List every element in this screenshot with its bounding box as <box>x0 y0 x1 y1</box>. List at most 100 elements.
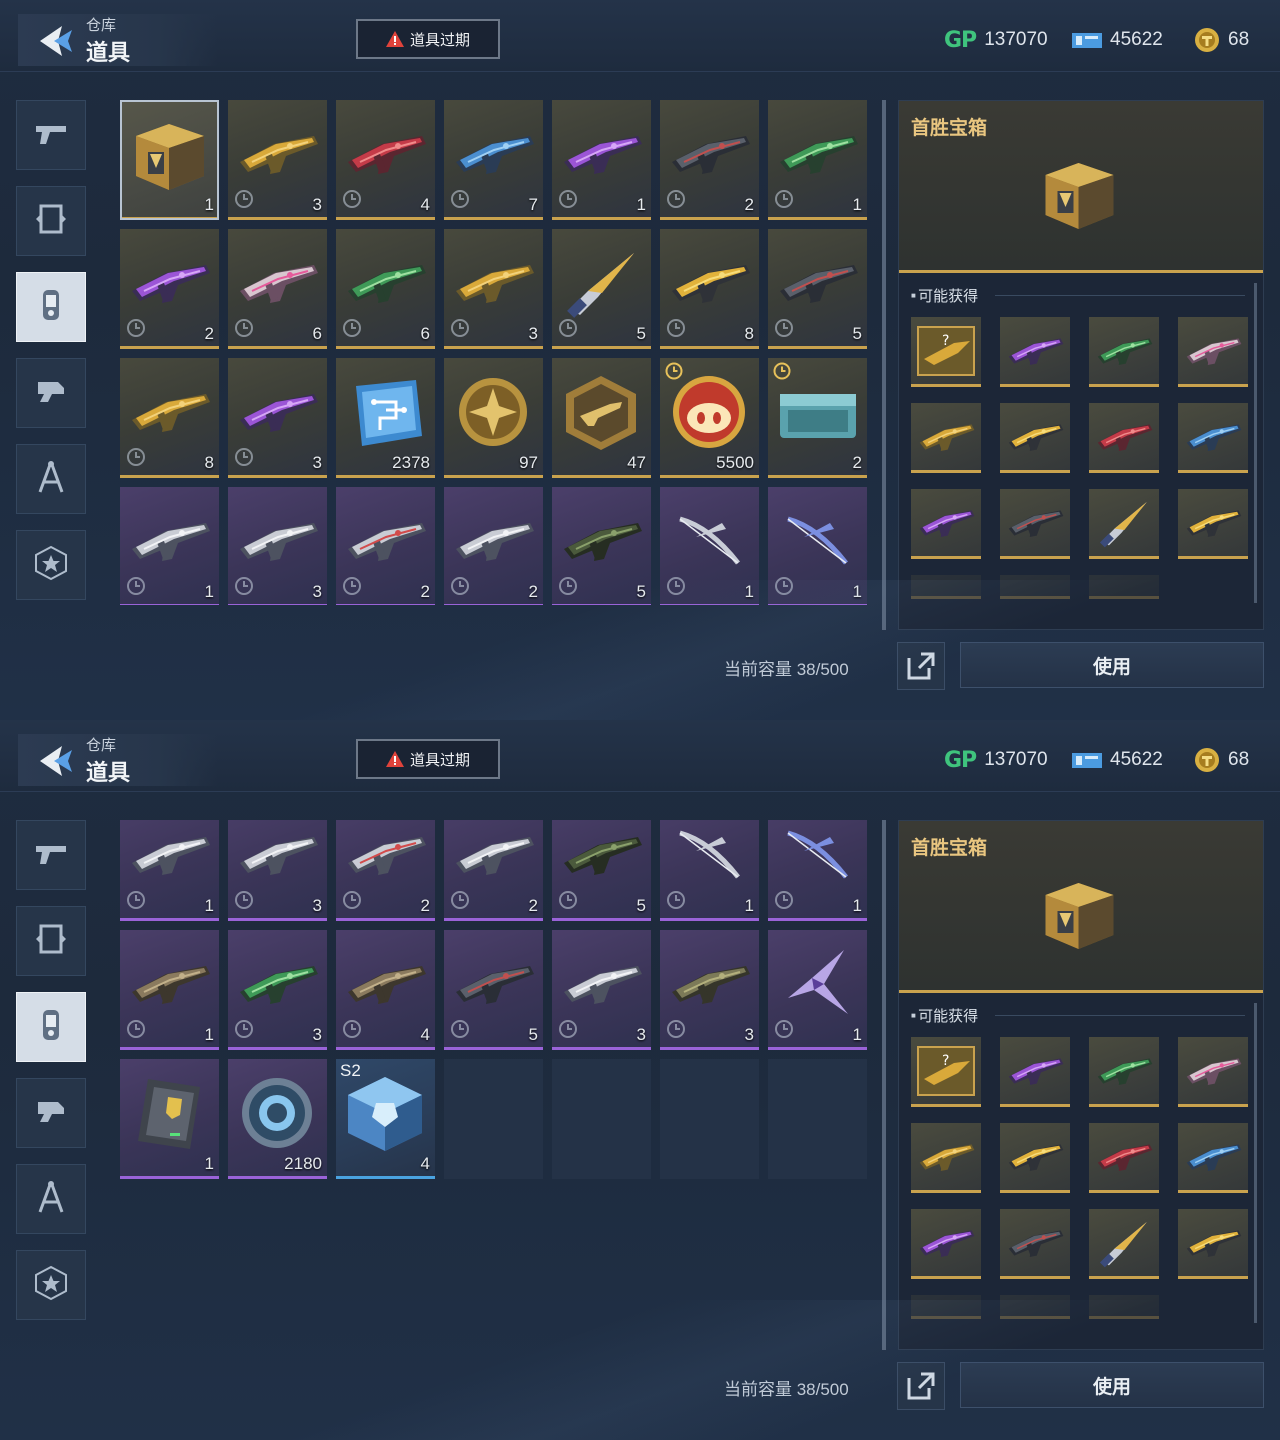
gear-tab[interactable] <box>16 358 86 428</box>
inventory-slot[interactable]: 97 <box>444 358 543 478</box>
inventory-slot[interactable]: 1 <box>120 820 219 921</box>
reward-item[interactable] <box>1089 1037 1159 1107</box>
inventory-slot[interactable]: 3 <box>228 487 327 605</box>
badge-tab[interactable] <box>16 1250 86 1320</box>
inventory-slot[interactable]: 1 <box>552 100 651 220</box>
inventory-slot[interactable]: 3 <box>228 358 327 478</box>
inventory-scrollbar[interactable] <box>882 100 886 630</box>
reward-item[interactable] <box>1178 489 1248 559</box>
weapon-tab[interactable] <box>16 100 86 170</box>
blueprint-tab[interactable] <box>16 1164 86 1234</box>
use-button[interactable]: 使用 <box>960 1362 1264 1408</box>
reward-item[interactable] <box>911 1295 981 1319</box>
reward-item[interactable] <box>1000 489 1070 559</box>
inventory-slot[interactable]: 1 <box>120 1059 219 1179</box>
inventory-slot[interactable]: 5 <box>768 229 867 349</box>
inventory-slot[interactable]: 1 <box>120 930 219 1050</box>
reward-item[interactable] <box>1089 575 1159 599</box>
use-button[interactable]: 使用 <box>960 642 1264 688</box>
reward-item[interactable] <box>1000 1037 1070 1107</box>
inventory-slot[interactable]: 1 <box>768 930 867 1050</box>
rewards-scrollbar[interactable] <box>1254 1003 1257 1323</box>
inventory-slot[interactable]: 3 <box>444 229 543 349</box>
inventory-slot[interactable]: 2 <box>336 820 435 921</box>
reward-item[interactable] <box>1000 1295 1070 1319</box>
reward-item[interactable] <box>1000 403 1070 473</box>
inventory-slot[interactable]: 8 <box>660 229 759 349</box>
reward-item[interactable] <box>1178 1209 1248 1279</box>
inventory-slot[interactable]: 2 <box>444 820 543 921</box>
reward-item[interactable] <box>1178 1037 1248 1107</box>
inventory-slot[interactable]: 6 <box>228 229 327 349</box>
reward-item[interactable] <box>911 1123 981 1193</box>
inventory-slot[interactable]: 5 <box>552 229 651 349</box>
inventory-slot[interactable]: 47 <box>552 358 651 478</box>
frame-tab[interactable] <box>16 906 86 976</box>
reward-item[interactable] <box>1000 317 1070 387</box>
reward-item[interactable] <box>1178 1123 1248 1193</box>
inventory-slot[interactable]: 5 <box>552 487 651 605</box>
inventory-slot[interactable]: 3 <box>552 930 651 1050</box>
reward-item[interactable] <box>1089 1295 1159 1319</box>
inventory-slot[interactable]: 4 <box>336 100 435 220</box>
inventory-scrollbar[interactable] <box>882 820 886 1350</box>
reward-item[interactable] <box>1089 489 1159 559</box>
inventory-slot[interactable]: 2 <box>660 100 759 220</box>
inventory-slot[interactable]: 3 <box>228 930 327 1050</box>
inventory-slot[interactable]: 3 <box>228 820 327 921</box>
inventory-slot[interactable]: 4 <box>336 930 435 1050</box>
inventory-slot[interactable]: 2378 <box>336 358 435 478</box>
blueprint-tab[interactable] <box>16 444 86 514</box>
rewards-scrollbar[interactable] <box>1254 283 1257 603</box>
reward-item[interactable]: ? <box>911 1037 981 1107</box>
gear-tab[interactable] <box>16 1078 86 1148</box>
reward-item[interactable] <box>1089 1123 1159 1193</box>
inventory-slot[interactable]: 2 <box>444 487 543 605</box>
badge-tab[interactable] <box>16 530 86 600</box>
inventory-slot[interactable]: 2 <box>768 358 867 478</box>
reward-item[interactable]: ? <box>911 317 981 387</box>
inventory-slot[interactable]: 8 <box>120 358 219 478</box>
expired-items-button[interactable]: 道具过期 <box>356 739 500 779</box>
reward-item[interactable] <box>1178 317 1248 387</box>
inventory-slot[interactable]: 1 <box>768 820 867 921</box>
open-external-button[interactable] <box>897 1362 945 1410</box>
inventory-slot[interactable]: 5 <box>552 820 651 921</box>
weapon-tab[interactable] <box>16 820 86 890</box>
inventory-slot[interactable]: 2 <box>120 229 219 349</box>
inventory-slot[interactable]: 1 <box>768 487 867 605</box>
reward-item[interactable] <box>911 489 981 559</box>
expired-items-button[interactable]: 道具过期 <box>356 19 500 59</box>
frame-tab[interactable] <box>16 186 86 256</box>
inventory-slot[interactable]: 3 <box>228 100 327 220</box>
reward-item[interactable] <box>1089 403 1159 473</box>
reward-item[interactable] <box>1089 1209 1159 1279</box>
open-external-button[interactable] <box>897 642 945 690</box>
inventory-slot[interactable]: 6 <box>336 229 435 349</box>
reward-item[interactable] <box>1000 575 1070 599</box>
reward-item[interactable] <box>1089 317 1159 387</box>
inventory-slot[interactable]: S2 4 <box>336 1059 435 1179</box>
inventory-slot[interactable]: 5500 <box>660 358 759 478</box>
inventory-slot[interactable]: 1 <box>660 820 759 921</box>
inventory-grid[interactable]: 2 6 6 35 8 5 8 <box>120 820 868 1325</box>
items-tab[interactable] <box>16 992 86 1062</box>
reward-item[interactable] <box>911 403 981 473</box>
inventory-slot[interactable]: 1 <box>120 487 219 605</box>
items-tab[interactable] <box>16 272 86 342</box>
inventory-slot[interactable]: 1 <box>120 100 219 220</box>
inventory-slot[interactable]: 1 <box>768 100 867 220</box>
reward-item[interactable] <box>1000 1209 1070 1279</box>
inventory-slot[interactable]: 5 <box>444 930 543 1050</box>
divider <box>995 1015 1245 1016</box>
reward-item[interactable] <box>1000 1123 1070 1193</box>
inventory-grid[interactable]: 1 3 4 7 1 2 1 2 6 6 3 5 8 5 8 3 2378 97 … <box>120 100 868 605</box>
reward-item[interactable] <box>1178 403 1248 473</box>
inventory-slot[interactable]: 2180 <box>228 1059 327 1179</box>
reward-item[interactable] <box>911 1209 981 1279</box>
inventory-slot[interactable]: 3 <box>660 930 759 1050</box>
inventory-slot[interactable]: 2 <box>336 487 435 605</box>
reward-item[interactable] <box>911 575 981 599</box>
inventory-slot[interactable]: 1 <box>660 487 759 605</box>
inventory-slot[interactable]: 7 <box>444 100 543 220</box>
